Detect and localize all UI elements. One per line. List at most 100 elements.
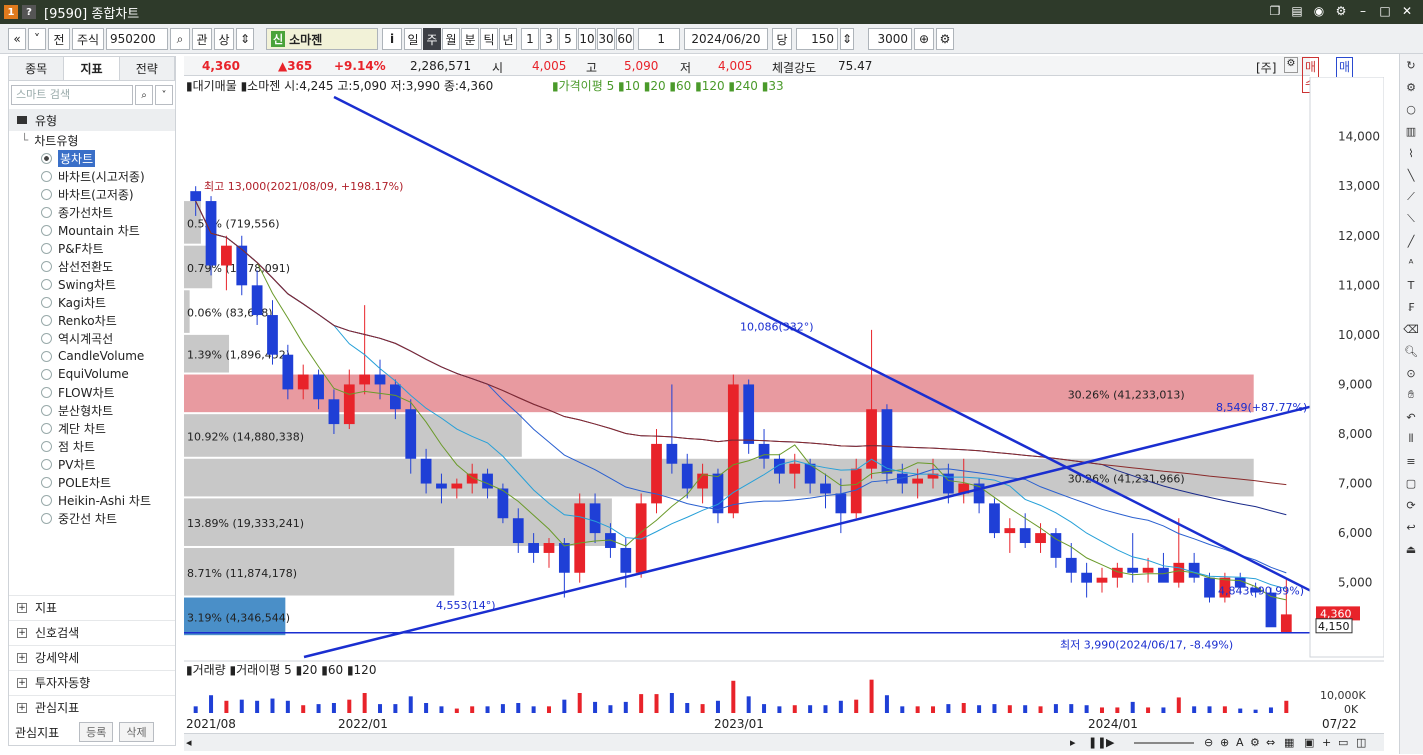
radio-icon[interactable]	[41, 260, 52, 272]
measure-icon[interactable]: ⟍	[1400, 208, 1422, 230]
type-section[interactable]: 유형	[9, 109, 175, 131]
radio-icon[interactable]	[41, 206, 52, 218]
undo-icon[interactable]: ↶	[1400, 406, 1422, 428]
period-minute[interactable]: 분	[461, 28, 479, 50]
minimize-icon[interactable]: –	[1355, 3, 1371, 19]
chart-type-item[interactable]: 바차트(고저종)	[17, 185, 175, 203]
radio-icon[interactable]	[41, 296, 52, 308]
play-icon[interactable]: ▶	[1106, 736, 1114, 749]
chart-type-item[interactable]: 종가선차트	[17, 203, 175, 221]
interval-select[interactable]: 1	[638, 28, 680, 50]
jeon-button[interactable]: 전	[48, 28, 70, 50]
radio-icon[interactable]	[41, 350, 52, 362]
window-icon[interactable]: ▭	[1338, 736, 1348, 749]
chart-type-item[interactable]: Heikin-Ashi 차트	[17, 491, 175, 509]
gear-icon[interactable]: ⚙	[1284, 57, 1298, 73]
zoom-slider[interactable]	[1134, 742, 1194, 744]
help-icon[interactable]: ?	[22, 5, 36, 19]
expand-icon[interactable]: ˅	[155, 85, 173, 105]
group-signal[interactable]: + 신호검색	[9, 620, 175, 644]
hlines-icon[interactable]: ≡	[1400, 450, 1422, 472]
reset-icon[interactable]: A	[1236, 736, 1244, 749]
chart-type-item[interactable]: 분산형차트	[17, 401, 175, 419]
chart-type-item[interactable]: 계단 차트	[17, 419, 175, 437]
refresh-icon[interactable]: ↻	[1400, 54, 1422, 76]
radio-icon[interactable]	[41, 224, 52, 236]
stock-name-field[interactable]: 신 소마젠	[266, 28, 378, 50]
radio-icon[interactable]	[41, 188, 52, 200]
fib-icon[interactable]: ₣	[1400, 296, 1422, 318]
count-spin[interactable]: ⇕	[840, 28, 854, 50]
tree-root[interactable]: └ 차트유형	[17, 131, 175, 149]
back-icon[interactable]: ↩	[1400, 516, 1422, 538]
chart-type-item[interactable]: 역시계곡선	[17, 329, 175, 347]
asset-type-select[interactable]: 주식	[72, 28, 104, 50]
interval-3[interactable]: 3	[540, 28, 558, 50]
gear-icon[interactable]: ⚙	[1333, 3, 1349, 19]
hand-icon[interactable]: ✋︎	[1400, 384, 1422, 406]
interval-30[interactable]: 30	[597, 28, 615, 50]
gear-icon[interactable]: ⚙	[1400, 76, 1422, 98]
chart-type-item[interactable]: 삼선전환도	[17, 257, 175, 275]
chart-type-item[interactable]: Swing차트	[17, 275, 175, 293]
add-icon[interactable]: +	[1322, 736, 1331, 749]
sang-button[interactable]: 상	[214, 28, 234, 50]
radio-icon[interactable]	[41, 458, 52, 470]
auto-icon[interactable]: ᴬ	[1400, 252, 1422, 274]
tab-indicator[interactable]: 지표	[64, 57, 120, 80]
chart-type-item[interactable]: POLE차트	[17, 473, 175, 491]
radio-icon[interactable]	[41, 512, 52, 524]
chart-scrollbar[interactable]: ◂ ▸ ❚❚ ▶ ⊖ ⊕ A ⚙ ⇔ ▦ ▣ + ▭ ◫	[184, 733, 1384, 751]
interval-60[interactable]: 60	[616, 28, 634, 50]
period-week[interactable]: 주	[423, 28, 441, 50]
price-chart[interactable]: ▮대기매물 ▮소마젠 시:4,245 고:5,090 저:3,990 종:4,3…	[184, 77, 1384, 733]
info-button[interactable]: i	[382, 28, 402, 50]
period-day[interactable]: 일	[404, 28, 422, 50]
spin-button[interactable]: ⇕	[236, 28, 254, 50]
radio-icon[interactable]	[41, 476, 52, 488]
layout-icon[interactable]: ▦	[1284, 736, 1294, 749]
period-tick[interactable]: 틱	[480, 28, 498, 50]
grid-icon[interactable]: ▣	[1304, 736, 1314, 749]
search-icon[interactable]: ⌕	[170, 28, 190, 50]
line-icon[interactable]: ╲	[1400, 164, 1422, 186]
radio-icon[interactable]	[41, 152, 52, 164]
radio-icon[interactable]	[41, 440, 52, 452]
tab-strategy[interactable]: 전략	[119, 57, 175, 80]
pause-icon[interactable]: ❚❚	[1088, 736, 1106, 749]
group-favorite[interactable]: + 관심지표	[9, 695, 175, 719]
bar-icon[interactable]: ▥	[1400, 120, 1422, 142]
layout-icon[interactable]: ▤	[1289, 3, 1305, 19]
period-year[interactable]: 년	[499, 28, 517, 50]
scroll-left-icon[interactable]: ◂	[186, 736, 192, 749]
fit-icon[interactable]: ⇔	[1266, 736, 1275, 749]
group-investor[interactable]: + 투자자동향	[9, 670, 175, 694]
group-strength[interactable]: + 강세약세	[9, 645, 175, 669]
period-month[interactable]: 월	[442, 28, 460, 50]
zoom-icon[interactable]: ⊕	[914, 28, 934, 50]
zoom-icon[interactable]: 🔍︎	[1400, 340, 1422, 362]
interval-5[interactable]: 5	[559, 28, 577, 50]
nav-prev-button[interactable]: «	[8, 28, 26, 50]
search-icon[interactable]: ⌕	[135, 85, 153, 105]
settings-icon[interactable]: ⚙	[936, 28, 954, 50]
chart-type-item[interactable]: 봉차트	[17, 149, 175, 167]
circle-icon[interactable]: ○	[1400, 98, 1422, 120]
exit-icon[interactable]: ⏏	[1400, 538, 1422, 560]
delete-button[interactable]: 삭제	[119, 722, 154, 742]
radio-icon[interactable]	[41, 494, 52, 506]
draw-icon[interactable]: ⌇	[1400, 142, 1422, 164]
chart-type-item[interactable]: Renko차트	[17, 311, 175, 329]
register-button[interactable]: 등록	[79, 722, 114, 742]
smart-search-input[interactable]: 스마트 검색	[11, 85, 133, 105]
chart-type-item[interactable]: 바차트(시고저종)	[17, 167, 175, 185]
radio-icon[interactable]	[41, 404, 52, 416]
radio-icon[interactable]	[41, 242, 52, 254]
radio-icon[interactable]	[41, 314, 52, 326]
radio-icon[interactable]	[41, 332, 52, 344]
box-icon[interactable]: ▢	[1400, 472, 1422, 494]
chart-type-item[interactable]: FLOW차트	[17, 383, 175, 401]
radio-icon[interactable]	[41, 386, 52, 398]
zoom2-icon[interactable]: ⊙	[1400, 362, 1422, 384]
group-indicator[interactable]: + 지표	[9, 595, 175, 619]
